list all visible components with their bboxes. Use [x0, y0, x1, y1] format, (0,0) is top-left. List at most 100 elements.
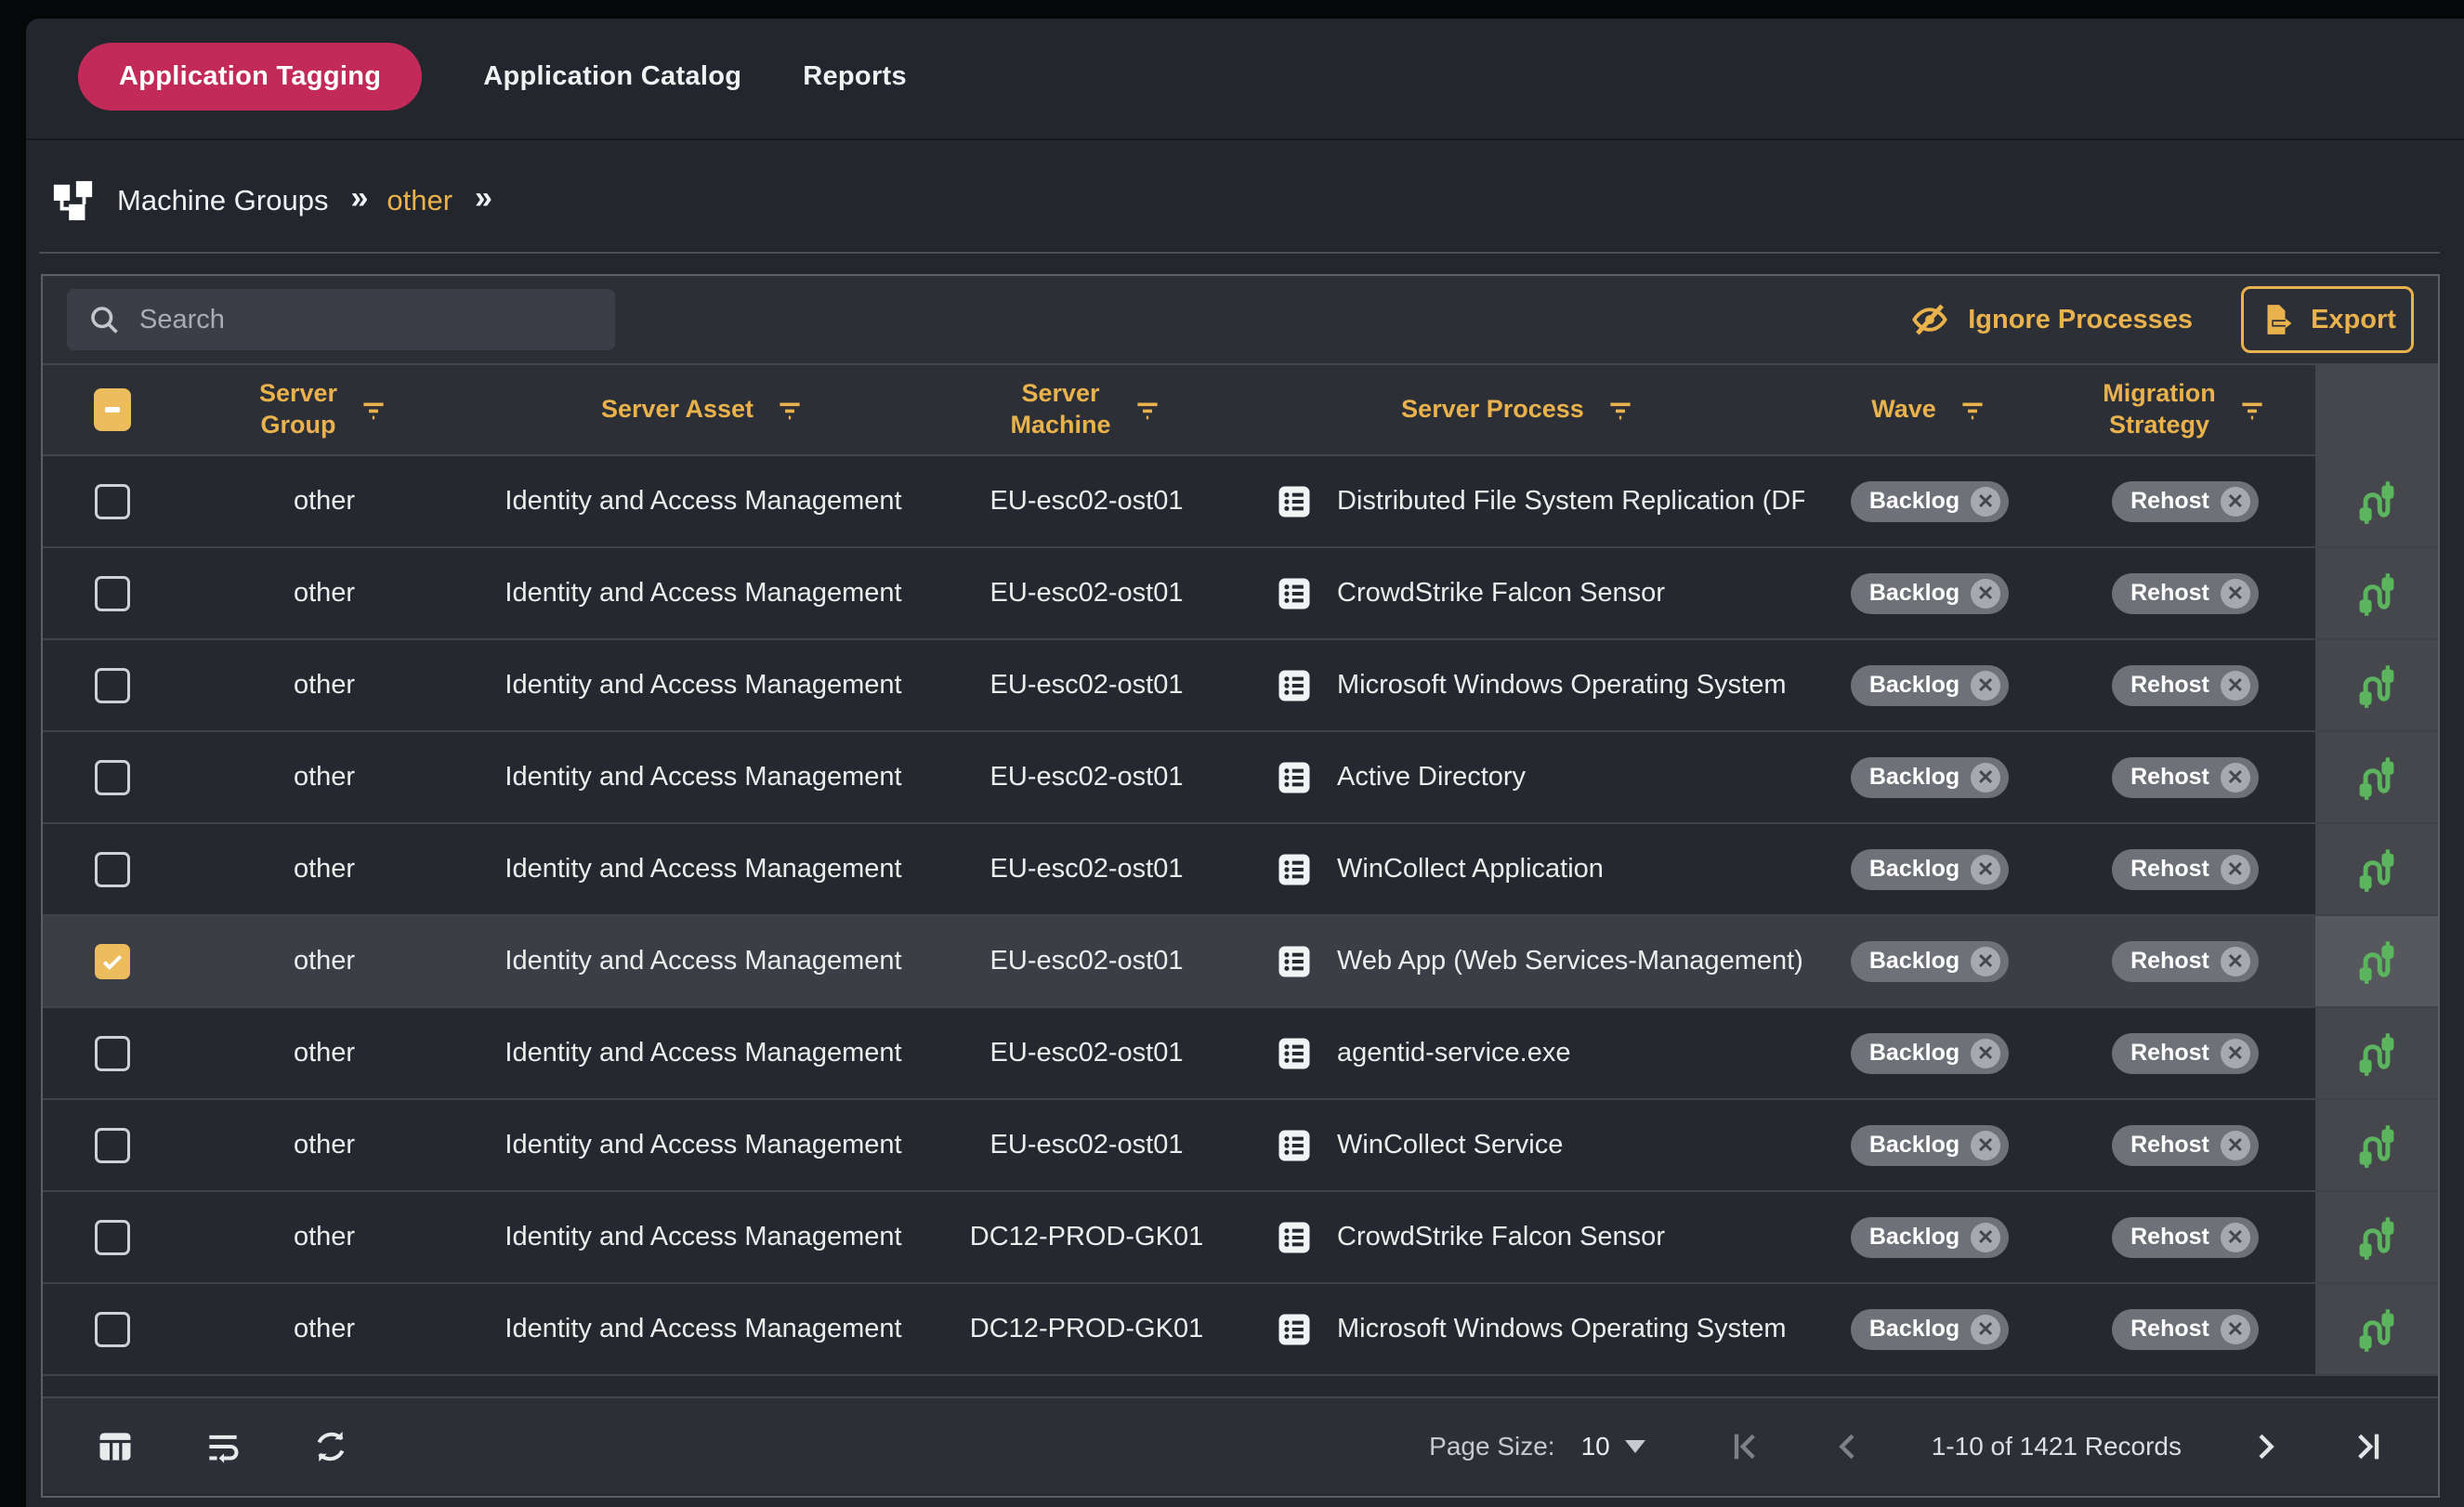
filter-icon[interactable]: [2236, 394, 2268, 426]
row-checkbox[interactable]: [95, 1312, 130, 1347]
remove-tag-icon[interactable]: ✕: [2221, 579, 2250, 609]
wave-chip[interactable]: Backlog ✕: [1851, 941, 2009, 982]
last-page-button[interactable]: [2349, 1428, 2386, 1465]
row-checkbox[interactable]: [95, 576, 130, 611]
column-label: Server Asset: [601, 394, 754, 426]
filter-icon[interactable]: [1957, 394, 1988, 426]
filter-icon[interactable]: [1605, 394, 1636, 426]
connections-button[interactable]: [2353, 937, 2401, 986]
page-size-select[interactable]: 10: [1581, 1432, 1645, 1461]
text-wrap-button[interactable]: [203, 1426, 243, 1467]
row-checkbox[interactable]: [95, 852, 130, 887]
strategy-chip[interactable]: Rehost ✕: [2112, 941, 2259, 982]
wave-chip[interactable]: Backlog ✕: [1851, 1033, 2009, 1074]
remove-tag-icon[interactable]: ✕: [1971, 855, 2000, 885]
remove-tag-icon[interactable]: ✕: [1971, 579, 2000, 609]
wave-chip[interactable]: Backlog ✕: [1851, 1217, 2009, 1258]
row-checkbox[interactable]: [95, 1220, 130, 1255]
select-all-checkbox[interactable]: [94, 388, 131, 431]
refresh-button[interactable]: [310, 1426, 351, 1467]
migration-strategy-cell: Rehost ✕: [2055, 640, 2315, 730]
route-cable-icon: [2353, 937, 2401, 986]
remove-tag-icon[interactable]: ✕: [1971, 487, 2000, 517]
table-row: other Identity and Access Management EU-…: [43, 732, 2438, 824]
remove-tag-icon[interactable]: ✕: [2221, 671, 2250, 701]
filter-icon[interactable]: [774, 394, 806, 426]
remove-tag-icon[interactable]: ✕: [2221, 763, 2250, 793]
remove-tag-icon[interactable]: ✕: [2221, 1131, 2250, 1160]
strategy-chip[interactable]: Rehost ✕: [2112, 665, 2259, 706]
server-group-cell: other: [182, 1100, 466, 1190]
process-list-icon: [1274, 1125, 1315, 1166]
row-select-cell: [43, 1284, 182, 1374]
row-checkbox[interactable]: [95, 944, 130, 979]
strategy-chip[interactable]: Rehost ✕: [2112, 757, 2259, 798]
wave-chip[interactable]: Backlog ✕: [1851, 665, 2009, 706]
connections-button[interactable]: [2353, 478, 2401, 526]
tab-application-tagging[interactable]: Application Tagging: [78, 43, 422, 111]
strategy-chip[interactable]: Rehost ✕: [2112, 1217, 2259, 1258]
remove-tag-icon[interactable]: ✕: [1971, 1039, 2000, 1068]
ignore-processes-button[interactable]: Ignore Processes: [1910, 300, 2193, 339]
row-checkbox[interactable]: [95, 1128, 130, 1163]
chevron-double-icon: »: [350, 180, 364, 222]
remove-tag-icon[interactable]: ✕: [1971, 1131, 2000, 1160]
breadcrumb-current-other[interactable]: other: [387, 184, 452, 217]
strategy-chip[interactable]: Rehost ✕: [2112, 481, 2259, 522]
remove-tag-icon[interactable]: ✕: [1971, 671, 2000, 701]
remove-tag-icon[interactable]: ✕: [1971, 763, 2000, 793]
wave-chip[interactable]: Backlog ✕: [1851, 849, 2009, 890]
columns-button[interactable]: [95, 1426, 136, 1467]
connections-button[interactable]: [2353, 662, 2401, 710]
strategy-chip[interactable]: Rehost ✕: [2112, 849, 2259, 890]
strategy-chip[interactable]: Rehost ✕: [2112, 1309, 2259, 1350]
remove-tag-icon[interactable]: ✕: [2221, 1223, 2250, 1252]
wave-chip[interactable]: Backlog ✕: [1851, 757, 2009, 798]
remove-tag-icon[interactable]: ✕: [2221, 1039, 2250, 1068]
strategy-chip[interactable]: Rehost ✕: [2112, 1125, 2259, 1166]
filter-icon[interactable]: [1132, 394, 1163, 426]
filter-icon[interactable]: [358, 394, 389, 426]
page-size-control: Page Size: 10: [1429, 1432, 1645, 1461]
migration-strategy-cell: Rehost ✕: [2055, 548, 2315, 638]
strategy-chip[interactable]: Rehost ✕: [2112, 1033, 2259, 1074]
wave-chip[interactable]: Backlog ✕: [1851, 573, 2009, 614]
wave-chip[interactable]: Backlog ✕: [1851, 481, 2009, 522]
connections-button[interactable]: [2353, 1213, 2401, 1262]
export-button[interactable]: Export: [2241, 286, 2414, 353]
remove-tag-icon[interactable]: ✕: [1971, 1315, 2000, 1344]
remove-tag-icon[interactable]: ✕: [1971, 947, 2000, 976]
route-cable-icon: [2353, 754, 2401, 802]
connections-button[interactable]: [2353, 845, 2401, 894]
row-actions-cell: [2315, 1192, 2438, 1282]
previous-page-button[interactable]: [1829, 1428, 1867, 1465]
row-checkbox[interactable]: [95, 484, 130, 519]
remove-tag-icon[interactable]: ✕: [2221, 487, 2250, 517]
search-input[interactable]: [139, 305, 595, 335]
connections-button[interactable]: [2353, 754, 2401, 802]
wave-chip[interactable]: Backlog ✕: [1851, 1309, 2009, 1350]
tab-application-catalog[interactable]: Application Catalog: [483, 61, 741, 92]
server-machine-cell: EU-esc02-ost01: [940, 916, 1233, 1006]
server-asset-cell: Identity and Access Management: [466, 640, 940, 730]
row-checkbox[interactable]: [95, 760, 130, 795]
remove-tag-icon[interactable]: ✕: [1971, 1223, 2000, 1252]
remove-tag-icon[interactable]: ✕: [2221, 947, 2250, 976]
connections-button[interactable]: [2353, 1029, 2401, 1078]
process-list-icon: [1274, 757, 1315, 798]
first-page-button[interactable]: [1727, 1428, 1764, 1465]
ignore-processes-label: Ignore Processes: [1968, 305, 2193, 335]
connections-button[interactable]: [2353, 1305, 2401, 1354]
connections-button[interactable]: [2353, 1121, 2401, 1170]
strategy-chip[interactable]: Rehost ✕: [2112, 573, 2259, 614]
row-checkbox[interactable]: [95, 668, 130, 703]
remove-tag-icon[interactable]: ✕: [2221, 855, 2250, 885]
row-checkbox[interactable]: [95, 1036, 130, 1071]
server-group-cell: other: [182, 1008, 466, 1098]
connections-button[interactable]: [2353, 570, 2401, 618]
remove-tag-icon[interactable]: ✕: [2221, 1315, 2250, 1344]
wave-chip[interactable]: Backlog ✕: [1851, 1125, 2009, 1166]
breadcrumb-machine-groups[interactable]: Machine Groups: [117, 184, 328, 217]
next-page-button[interactable]: [2247, 1428, 2284, 1465]
tab-reports[interactable]: Reports: [803, 61, 907, 92]
